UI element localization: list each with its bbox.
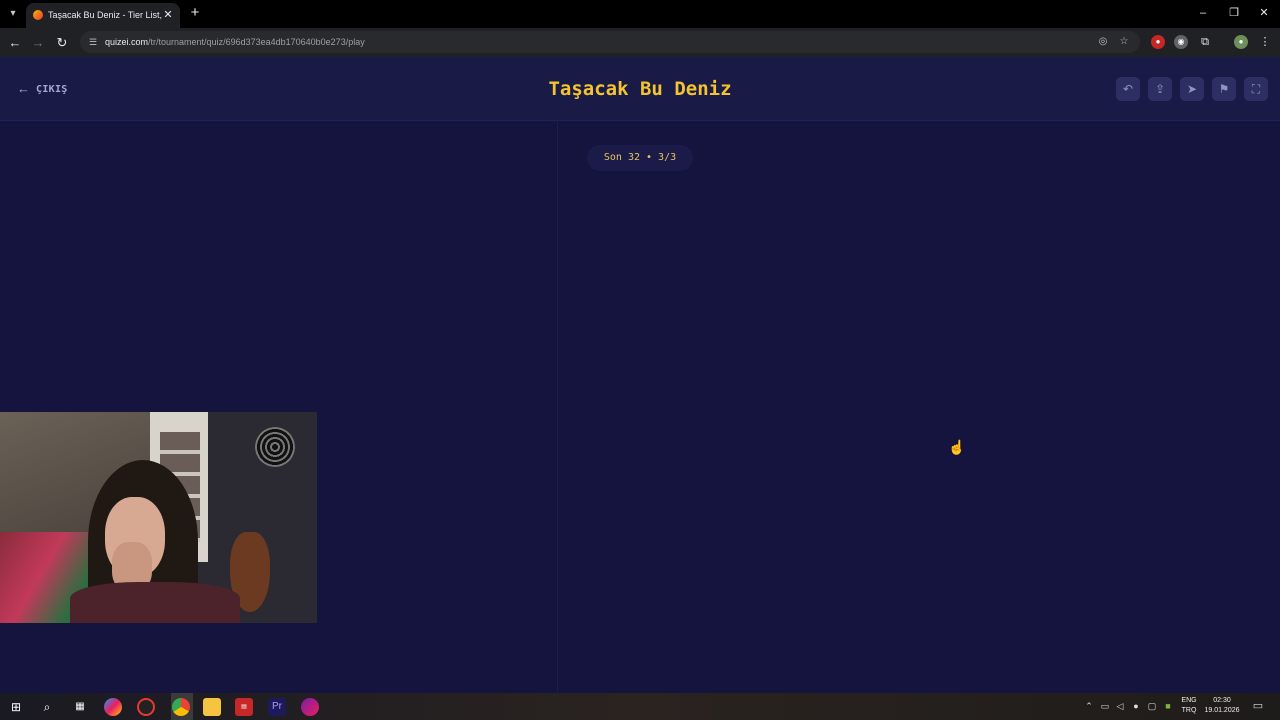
plus-icon[interactable]: + (187, 5, 203, 21)
minimize-icon[interactable]: – (1191, 5, 1215, 21)
back-icon[interactable]: ← (6, 34, 24, 52)
voicemeeter-icon[interactable]: ▤ (235, 698, 253, 716)
webcam-overlay (0, 412, 317, 623)
language-bottom: TRQ (1181, 707, 1197, 714)
page-header: ← ÇIKIŞ Taşacak Bu Deniz ↶ ⇪ ➤ ⚑ ⛶ (0, 57, 1280, 121)
extension-gray-icon[interactable]: ◉ (1174, 35, 1188, 49)
browser-toolbar: ← → ↻ ☰ quizei.com/tr/tournament/quiz/69… (0, 28, 1280, 57)
browser-tab[interactable]: Taşacak Bu Deniz - Tier List, Kö ✕ (26, 3, 180, 28)
flag-icon[interactable]: ⚑ (1212, 77, 1236, 101)
reload-icon[interactable]: ↻ (53, 34, 71, 52)
share-icon[interactable]: ⇪ (1148, 77, 1172, 101)
url-text: quizei.com/tr/tournament/quiz/696d373ea4… (105, 37, 365, 47)
profile-icon[interactable]: ● (1234, 35, 1248, 49)
clock[interactable]: 02:30 19.01.2026 (1201, 696, 1243, 716)
premiere-icon[interactable]: Pr (268, 698, 286, 716)
site-info-icon[interactable]: ☰ (87, 36, 99, 48)
restore-icon[interactable]: ❐ (1222, 5, 1246, 21)
language-top: ENG (1181, 697, 1197, 704)
quiz-page: ← ÇIKIŞ Taşacak Bu Deniz ↶ ⇪ ➤ ⚑ ⛶ Son 3… (0, 57, 1280, 693)
file-explorer-icon[interactable] (203, 698, 221, 716)
chrome-icon[interactable] (172, 698, 190, 716)
extension-red-icon[interactable]: ● (1151, 35, 1165, 49)
close-icon[interactable]: ✕ (161, 8, 175, 22)
window-close-icon[interactable]: ✕ (1252, 5, 1276, 21)
webcam-person-body (70, 582, 240, 623)
eye-off-icon[interactable]: ◎ (1096, 35, 1110, 49)
undo-icon[interactable]: ↶ (1116, 77, 1140, 101)
center-divider (557, 122, 558, 693)
copilot-icon[interactable] (104, 698, 122, 716)
network-icon[interactable]: ▭ (1099, 700, 1111, 712)
fullscreen-icon[interactable]: ⛶ (1244, 77, 1268, 101)
microphone-icon[interactable]: ● (1130, 700, 1142, 712)
round-badge: Son 32 • 3/3 (587, 145, 693, 171)
search-icon[interactable]: ⌕ (38, 698, 56, 716)
task-view-icon[interactable]: ▦ (71, 698, 89, 716)
webcam-wall-decor (255, 427, 295, 467)
hand-cursor-icon: ☝ (948, 439, 966, 455)
app-icon[interactable] (301, 698, 319, 716)
windows-icon[interactable]: ⊞ (7, 698, 25, 716)
page-title: Taşacak Bu Deniz (548, 78, 732, 100)
notifications-icon[interactable]: ▭ (1252, 700, 1264, 712)
language-indicator[interactable]: ENG TRQ (1178, 696, 1200, 716)
browser-tabbar: ▾ Taşacak Bu Deniz - Tier List, Kö ✕ + –… (0, 0, 1280, 28)
tab-list-icon[interactable]: ▾ (5, 6, 21, 22)
taskbar: ⊞ ⌕ ▦ ▤ Pr ⌃ ▭ ◁ ● ▢ ■ ENG TRQ 02:30 19.… (0, 693, 1280, 720)
favicon-icon (33, 10, 43, 20)
star-icon[interactable]: ☆ (1117, 35, 1131, 49)
obs-icon[interactable] (137, 698, 155, 716)
tray-app-icon[interactable]: ■ (1162, 700, 1174, 712)
volume-icon[interactable]: ◁ (1114, 700, 1126, 712)
extension-icon[interactable]: ⧉ (1198, 35, 1212, 49)
tab-title: Taşacak Bu Deniz - Tier List, Kö (48, 10, 162, 20)
menu-icon[interactable]: ⋮ (1258, 35, 1272, 49)
display-icon[interactable]: ▢ (1146, 700, 1158, 712)
clock-date: 19.01.2026 (1204, 707, 1240, 714)
address-bar[interactable]: ☰ quizei.com/tr/tournament/quiz/696d373e… (80, 31, 1140, 53)
screen: ▾ Taşacak Bu Deniz - Tier List, Kö ✕ + –… (0, 0, 1280, 720)
forward-icon[interactable]: → (29, 34, 47, 52)
chevron-up-icon[interactable]: ⌃ (1083, 700, 1095, 712)
send-icon[interactable]: ➤ (1180, 77, 1204, 101)
clock-time: 02:30 (1213, 697, 1231, 704)
